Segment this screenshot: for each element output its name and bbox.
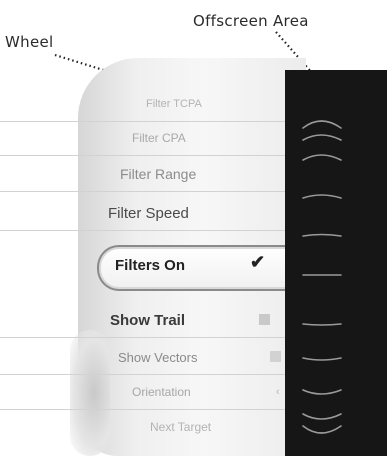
offscreen-area-annotation: Offscreen Area [193,12,309,30]
wheel-item-show-vectors[interactable]: Show Vectors [0,340,300,375]
chevron-left-icon: ‹ [276,386,280,398]
wheel-item-show-trail[interactable]: Show Trail [0,303,300,338]
wheel-item-label: Filter TCPA [146,98,202,110]
wheel-item-label: Filter CPA [132,131,186,145]
tick-mark [302,154,342,161]
checkmark-icon: ✔ [250,252,266,272]
wheel-annotation: Wheel [5,33,54,51]
wheel-item-label: Next Target [150,420,212,434]
wheel-item-label: Show Vectors [118,349,198,365]
tick-mark [302,233,342,237]
wheel-item-label: Filter Speed [108,204,189,222]
tick-mark [302,134,342,141]
tick-mark [302,357,342,361]
wheel-item-filter-speed[interactable]: Filter Speed [0,196,300,231]
wheel-item-orientation[interactable]: Orientation ‹ [0,375,300,410]
tick-mark [302,194,342,199]
wheel-item-filter-tcpa[interactable]: Filter TCPA [0,87,300,122]
tick-mark [302,389,342,395]
show-trail-checkbox[interactable] [259,314,270,325]
wheel-item-next-target[interactable]: Next Target [0,410,300,444]
wheel-item-label: Filter Range [120,166,197,182]
wheel-item-label: Orientation [132,385,191,399]
offscreen-tick-marks [302,120,342,434]
wheel-item-filters-on[interactable]: Filters On ✔ [0,248,300,282]
tick-mark [302,120,342,129]
wheel-item-label: Show Trail [110,311,186,329]
tick-mark [302,413,342,420]
wheel-item-filter-range[interactable]: Filter Range [0,157,300,192]
show-vectors-checkbox[interactable] [270,351,281,362]
wheel-item-label: Filters On [115,256,186,274]
wheel-item-filter-cpa[interactable]: Filter CPA [0,121,300,156]
tick-mark [302,425,342,434]
tick-mark [302,323,342,326]
offscreen-area [285,70,387,456]
